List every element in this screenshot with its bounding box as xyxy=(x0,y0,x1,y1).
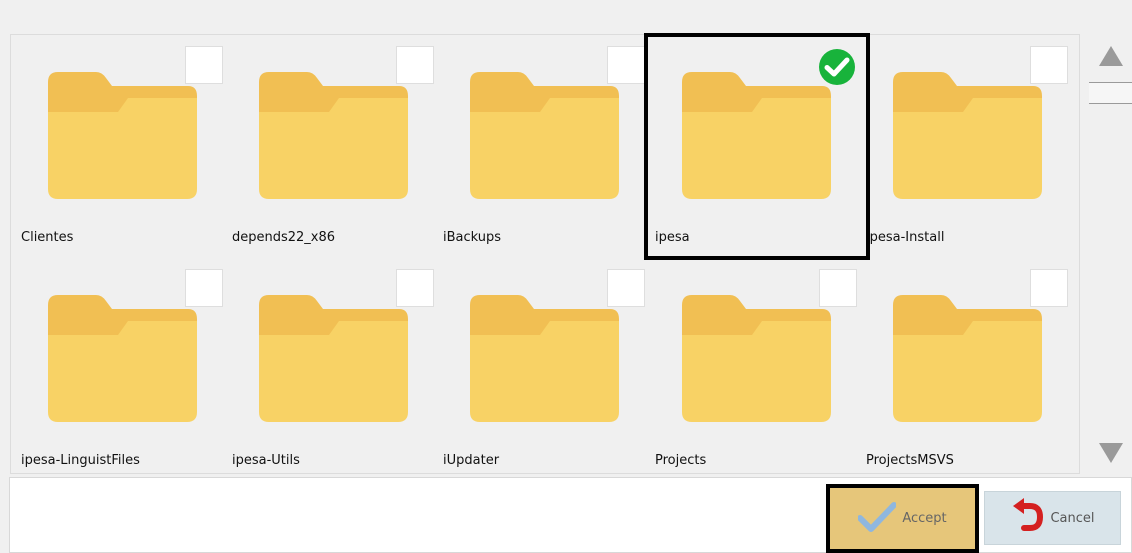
scrollbar-thumb[interactable] xyxy=(1089,82,1132,104)
vertical-scrollbar[interactable] xyxy=(1089,34,1132,474)
undo-arrow-icon xyxy=(1010,498,1044,538)
checkmark-selected-icon[interactable] xyxy=(818,48,856,86)
cancel-label: Cancel xyxy=(1050,510,1095,526)
folder-icon xyxy=(893,72,1042,199)
folder-name: ipesa-Install xyxy=(866,230,945,245)
folder-icon xyxy=(48,295,197,422)
scroll-up-arrow-icon[interactable] xyxy=(1089,34,1132,78)
select-checkbox[interactable] xyxy=(396,269,434,307)
folder-name: iBackups xyxy=(443,230,502,245)
folder-icon xyxy=(682,295,831,422)
folder-name: ipesa-LinguistFiles xyxy=(21,453,140,468)
folder-name: ProjectsMSVS xyxy=(866,453,954,468)
select-checkbox[interactable] xyxy=(607,46,645,84)
select-checkbox[interactable] xyxy=(1030,46,1068,84)
folder-icon xyxy=(470,72,619,199)
folder-name: ipesa xyxy=(655,230,690,245)
folder-icon xyxy=(893,295,1042,422)
select-checkbox[interactable] xyxy=(607,269,645,307)
folder-name: depends22_x86 xyxy=(232,230,336,245)
folder-tile[interactable]: ProjectsMSVS xyxy=(856,257,1068,479)
select-checkbox[interactable] xyxy=(185,269,223,307)
folder-tile[interactable]: depends22_x86 xyxy=(222,34,434,256)
folder-tile[interactable]: ipesa-Utils xyxy=(222,257,434,479)
folder-icon xyxy=(259,295,408,422)
folder-icon xyxy=(470,295,619,422)
folder-tile[interactable]: ipesa-Install xyxy=(856,34,1068,256)
select-checkbox[interactable] xyxy=(1030,269,1068,307)
folder-name: Clientes xyxy=(21,230,74,245)
select-checkbox[interactable] xyxy=(819,269,857,307)
scroll-down-arrow-icon[interactable] xyxy=(1089,432,1132,474)
select-checkbox[interactable] xyxy=(185,46,223,84)
checkmark-icon xyxy=(857,501,898,536)
folder-icon xyxy=(259,72,408,199)
folder-tile[interactable]: Clientes xyxy=(11,34,223,256)
folder-name: ipesa-Utils xyxy=(232,453,300,468)
folder-icon xyxy=(682,72,831,199)
cancel-button[interactable]: Cancel xyxy=(984,491,1121,545)
accept-label: Accept xyxy=(902,511,947,526)
folder-tile[interactable]: iBackups xyxy=(433,34,645,256)
folder-tile[interactable]: iUpdater xyxy=(433,257,645,479)
folder-name: Projects xyxy=(655,453,707,468)
folder-tile[interactable]: Projects xyxy=(645,257,857,479)
accept-button[interactable]: Accept xyxy=(830,488,975,549)
select-checkbox[interactable] xyxy=(396,46,434,84)
folder-icon xyxy=(48,72,197,199)
folder-tile[interactable]: ipesa-LinguistFiles xyxy=(11,257,223,479)
folder-name: iUpdater xyxy=(443,453,500,468)
